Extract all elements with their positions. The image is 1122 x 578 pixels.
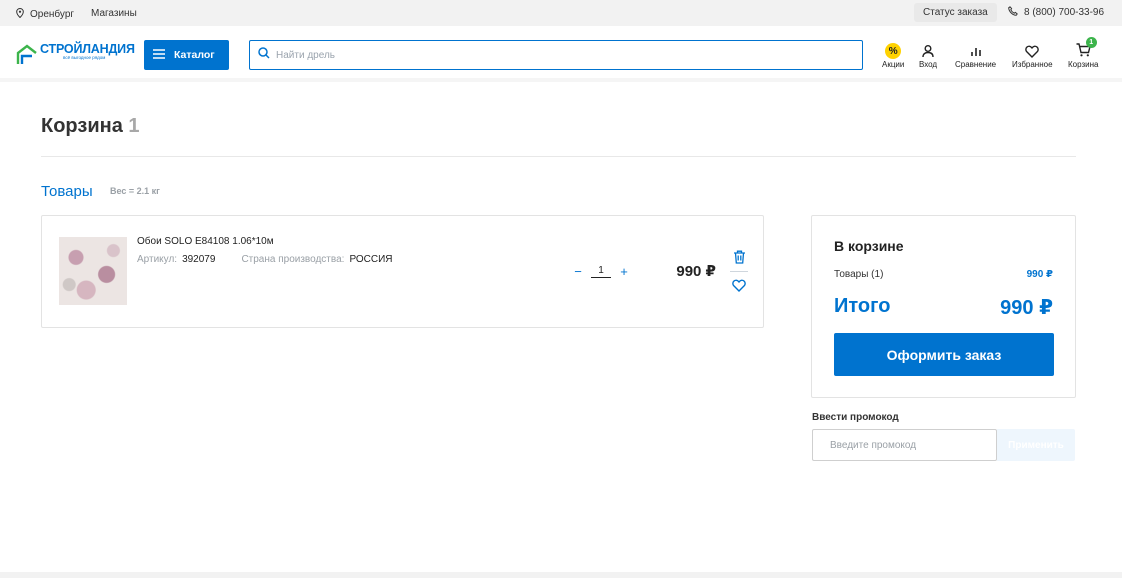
- quantity-stepper: − 1 +: [573, 264, 629, 279]
- cart-label: Корзина: [1068, 60, 1099, 69]
- user-icon: [921, 42, 935, 60]
- product-image[interactable]: [59, 237, 127, 305]
- summary-total-label: Итого: [834, 295, 891, 317]
- catalog-button[interactable]: Каталог: [144, 40, 229, 70]
- qty-decrease-button[interactable]: −: [573, 264, 583, 279]
- footer-strip: [0, 572, 1122, 578]
- catalog-label: Каталог: [174, 49, 215, 61]
- country-label: Страна производства:: [241, 254, 345, 265]
- sales-label: Акции: [882, 60, 905, 69]
- delete-icon[interactable]: [730, 248, 748, 266]
- header-divider: [0, 78, 1122, 82]
- promo-code-input[interactable]: [812, 429, 997, 461]
- phone-link[interactable]: 8 (800) 700-33-96: [1008, 6, 1104, 19]
- top-bar: Оренбург Магазины Статус заказа 8 (800) …: [0, 0, 1122, 26]
- location-pin-icon: [16, 7, 24, 21]
- header-compare[interactable]: Сравнение: [955, 42, 996, 69]
- percent-icon: %: [885, 43, 902, 59]
- summary-items-price: 990 ₽: [1026, 269, 1053, 280]
- summary-title: В корзине: [834, 238, 904, 254]
- summary-total-price: 990 ₽: [1000, 297, 1053, 319]
- phone-number: 8 (800) 700-33-96: [1024, 7, 1105, 18]
- heart-icon: [1025, 42, 1040, 60]
- favorite-heart-icon[interactable]: [730, 276, 748, 294]
- page-title-count: 1: [128, 115, 140, 137]
- article-value: 392079: [182, 254, 216, 265]
- product-meta: Артикул: 392079 Страна производства: РОС…: [137, 254, 393, 265]
- article-label: Артикул:: [137, 254, 178, 265]
- compare-icon: [969, 42, 983, 60]
- compare-label: Сравнение: [955, 60, 997, 69]
- house-logo-icon: [16, 43, 38, 70]
- header-favorites[interactable]: Избранное: [1012, 42, 1053, 69]
- search-icon: [258, 46, 270, 64]
- summary-items-label: Товары (1): [834, 269, 884, 280]
- city-label: Оренбург: [30, 9, 75, 20]
- favorites-label: Избранное: [1012, 60, 1053, 69]
- menu-icon: [153, 48, 165, 62]
- actions-divider: [730, 271, 748, 272]
- title-divider: [41, 156, 1076, 157]
- product-price: 990 ₽: [676, 263, 716, 280]
- country-value: РОССИЯ: [349, 254, 393, 265]
- header-cart[interactable]: 1 Корзина: [1068, 37, 1099, 69]
- search-input[interactable]: [276, 49, 836, 61]
- weight-label: Вес = 2.1 кг: [110, 186, 160, 196]
- phone-icon: [1008, 6, 1018, 19]
- header: СТРОЙЛАНДИЯ всё выгодное рядом Каталог %…: [0, 26, 1122, 80]
- shops-link[interactable]: Магазины: [91, 8, 137, 19]
- page-title: Корзина 1: [41, 115, 140, 138]
- cart-summary: В корзине Товары (1) 990 ₽ Итого 990 ₽ О…: [811, 215, 1076, 398]
- order-status-button[interactable]: Статус заказа: [914, 3, 997, 22]
- promo-apply-button[interactable]: Применить: [997, 429, 1075, 461]
- promo-label: Ввести промокод: [812, 412, 899, 423]
- city-selector[interactable]: Оренбург: [16, 7, 75, 21]
- login-label: Вход: [919, 60, 938, 69]
- page-title-text: Корзина: [41, 115, 123, 137]
- logo[interactable]: СТРОЙЛАНДИЯ всё выгодное рядом: [16, 43, 135, 70]
- checkout-button[interactable]: Оформить заказ: [834, 333, 1054, 376]
- search-box: [249, 40, 863, 70]
- cart-item: Обои SOLO E84108 1.06*10м Артикул: 39207…: [41, 215, 764, 328]
- meta-spacer: [220, 254, 236, 265]
- header-login[interactable]: Вход: [919, 42, 937, 69]
- qty-value[interactable]: 1: [591, 265, 611, 278]
- section-title: Товары: [41, 183, 93, 200]
- cart-count-badge: 1: [1085, 37, 1097, 48]
- product-name[interactable]: Обои SOLO E84108 1.06*10м: [137, 236, 274, 247]
- header-sales[interactable]: % Акции: [882, 42, 904, 69]
- qty-increase-button[interactable]: +: [619, 264, 629, 279]
